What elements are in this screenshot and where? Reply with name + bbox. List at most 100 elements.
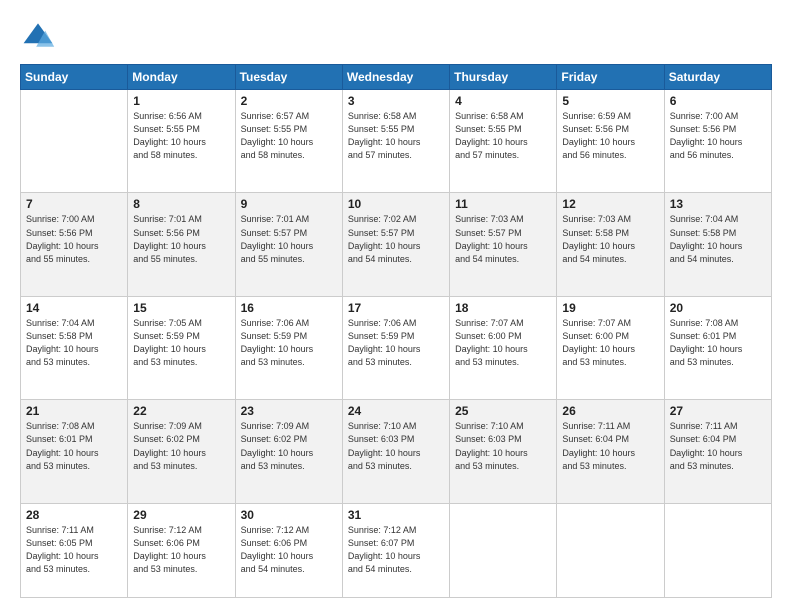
day-number: 3 [348,94,444,108]
calendar-cell [664,503,771,597]
day-number: 5 [562,94,658,108]
day-number: 17 [348,301,444,315]
calendar-cell: 24 Sunrise: 7:10 AMSunset: 6:03 PMDayligh… [342,400,449,503]
calendar-cell: 26 Sunrise: 7:11 AMSunset: 6:04 PMDayligh… [557,400,664,503]
calendar-cell: 9Sunrise: 7:01 AMSunset: 5:57 PMDaylight… [235,193,342,296]
calendar-cell: 3 Sunrise: 6:58 AMSunset: 5:55 PMDaylight… [342,90,449,193]
calendar-cell: 7Sunrise: 7:00 AMSunset: 5:56 PMDaylight… [21,193,128,296]
day-info: Sunrise: 7:03 AMSunset: 5:57 PMDaylight:… [455,213,551,265]
day-info: Sunrise: 7:08 AMSunset: 6:01 PMDaylight:… [670,317,766,369]
day-number: 20 [670,301,766,315]
calendar-cell: 19 Sunrise: 7:07 AMSunset: 6:00 PMDayligh… [557,296,664,399]
day-info: Sunrise: 7:06 AMSunset: 5:59 PMDaylight:… [348,317,444,369]
day-info: Sunrise: 7:12 AMSunset: 6:07 PMDaylight:… [348,524,444,576]
calendar-cell [557,503,664,597]
day-number: 22 [133,404,229,418]
day-number: 26 [562,404,658,418]
logo-icon [20,18,56,54]
calendar-cell: 4 Sunrise: 6:58 AMSunset: 5:55 PMDaylight… [450,90,557,193]
day-number: 14 [26,301,122,315]
calendar-cell: 29 Sunrise: 7:12 AMSunset: 6:06 PMDayligh… [128,503,235,597]
day-info: Sunrise: 7:04 AMSunset: 5:58 PMDaylight:… [670,213,766,265]
day-number: 12 [562,197,658,211]
day-info: Sunrise: 6:56 AMSunset: 5:55 PMDaylight:… [133,110,229,162]
day-number: 11 [455,197,551,211]
day-number: 25 [455,404,551,418]
day-info: Sunrise: 7:07 AMSunset: 6:00 PMDaylight:… [562,317,658,369]
day-number: 21 [26,404,122,418]
day-number: 10 [348,197,444,211]
day-info: Sunrise: 7:12 AMSunset: 6:06 PMDaylight:… [241,524,337,576]
calendar-cell: 1 Sunrise: 6:56 AMSunset: 5:55 PMDaylight… [128,90,235,193]
day-number: 4 [455,94,551,108]
day-info: Sunrise: 7:10 AMSunset: 6:03 PMDaylight:… [348,420,444,472]
calendar-cell: 31 Sunrise: 7:12 AMSunset: 6:07 PMDayligh… [342,503,449,597]
day-info: Sunrise: 7:11 AMSunset: 6:04 PMDaylight:… [562,420,658,472]
day-number: 23 [241,404,337,418]
weekday-header-monday: Monday [128,65,235,90]
week-row-5: 28Sunrise: 7:11 AMSunset: 6:05 PMDayligh… [21,503,772,597]
calendar-cell: 25 Sunrise: 7:10 AMSunset: 6:03 PMDayligh… [450,400,557,503]
day-number: 2 [241,94,337,108]
day-number: 8 [133,197,229,211]
day-info: Sunrise: 6:57 AMSunset: 5:55 PMDaylight:… [241,110,337,162]
calendar-cell: 30 Sunrise: 7:12 AMSunset: 6:06 PMDayligh… [235,503,342,597]
day-info: Sunrise: 7:01 AMSunset: 5:56 PMDaylight:… [133,213,229,265]
weekday-header-row: SundayMondayTuesdayWednesdayThursdayFrid… [21,65,772,90]
calendar-cell: 5Sunrise: 6:59 AMSunset: 5:56 PMDaylight… [557,90,664,193]
day-number: 6 [670,94,766,108]
logo [20,18,60,54]
day-info: Sunrise: 7:05 AMSunset: 5:59 PMDaylight:… [133,317,229,369]
day-info: Sunrise: 6:58 AMSunset: 5:55 PMDaylight:… [455,110,551,162]
weekday-header-wednesday: Wednesday [342,65,449,90]
day-number: 19 [562,301,658,315]
calendar-cell: 13 Sunrise: 7:04 AMSunset: 5:58 PMDayligh… [664,193,771,296]
calendar-cell: 8 Sunrise: 7:01 AMSunset: 5:56 PMDaylight… [128,193,235,296]
calendar-cell: 12 Sunrise: 7:03 AMSunset: 5:58 PMDayligh… [557,193,664,296]
day-number: 18 [455,301,551,315]
calendar-cell: 21 Sunrise: 7:08 AMSunset: 6:01 PMDayligh… [21,400,128,503]
day-info: Sunrise: 7:02 AMSunset: 5:57 PMDaylight:… [348,213,444,265]
weekday-header-tuesday: Tuesday [235,65,342,90]
calendar-cell: 23 Sunrise: 7:09 AMSunset: 6:02 PMDayligh… [235,400,342,503]
day-number: 24 [348,404,444,418]
day-info: Sunrise: 7:03 AMSunset: 5:58 PMDaylight:… [562,213,658,265]
day-info: Sunrise: 7:09 AMSunset: 6:02 PMDaylight:… [133,420,229,472]
day-number: 27 [670,404,766,418]
day-info: Sunrise: 6:58 AMSunset: 5:55 PMDaylight:… [348,110,444,162]
week-row-3: 14 Sunrise: 7:04 AMSunset: 5:58 PMDayligh… [21,296,772,399]
day-number: 16 [241,301,337,315]
weekday-header-friday: Friday [557,65,664,90]
calendar-cell: 2 Sunrise: 6:57 AMSunset: 5:55 PMDaylight… [235,90,342,193]
week-row-4: 21 Sunrise: 7:08 AMSunset: 6:01 PMDayligh… [21,400,772,503]
day-info: Sunrise: 7:10 AMSunset: 6:03 PMDaylight:… [455,420,551,472]
calendar-cell [450,503,557,597]
day-number: 28 [26,508,122,522]
day-info: Sunrise: 7:12 AMSunset: 6:06 PMDaylight:… [133,524,229,576]
page: SundayMondayTuesdayWednesdayThursdayFrid… [0,0,792,612]
day-info: Sunrise: 7:09 AMSunset: 6:02 PMDaylight:… [241,420,337,472]
day-info: Sunrise: 7:04 AMSunset: 5:58 PMDaylight:… [26,317,122,369]
day-info: Sunrise: 7:11 AMSunset: 6:04 PMDaylight:… [670,420,766,472]
weekday-header-saturday: Saturday [664,65,771,90]
day-info: Sunrise: 7:08 AMSunset: 6:01 PMDaylight:… [26,420,122,472]
day-info: Sunrise: 7:00 AMSunset: 5:56 PMDaylight:… [670,110,766,162]
calendar-cell: 20 Sunrise: 7:08 AMSunset: 6:01 PMDayligh… [664,296,771,399]
weekday-header-thursday: Thursday [450,65,557,90]
day-number: 1 [133,94,229,108]
calendar-cell: 11 Sunrise: 7:03 AMSunset: 5:57 PMDayligh… [450,193,557,296]
week-row-2: 7Sunrise: 7:00 AMSunset: 5:56 PMDaylight… [21,193,772,296]
calendar-cell: 14 Sunrise: 7:04 AMSunset: 5:58 PMDayligh… [21,296,128,399]
day-number: 30 [241,508,337,522]
calendar-table: SundayMondayTuesdayWednesdayThursdayFrid… [20,64,772,598]
calendar-cell: 27 Sunrise: 7:11 AMSunset: 6:04 PMDayligh… [664,400,771,503]
calendar-cell: 16Sunrise: 7:06 AMSunset: 5:59 PMDayligh… [235,296,342,399]
header [20,18,772,54]
day-info: Sunrise: 7:01 AMSunset: 5:57 PMDaylight:… [241,213,337,265]
calendar-cell: 6 Sunrise: 7:00 AMSunset: 5:56 PMDaylight… [664,90,771,193]
day-number: 31 [348,508,444,522]
day-number: 13 [670,197,766,211]
day-number: 29 [133,508,229,522]
calendar-cell: 22 Sunrise: 7:09 AMSunset: 6:02 PMDayligh… [128,400,235,503]
calendar-cell: 28Sunrise: 7:11 AMSunset: 6:05 PMDayligh… [21,503,128,597]
